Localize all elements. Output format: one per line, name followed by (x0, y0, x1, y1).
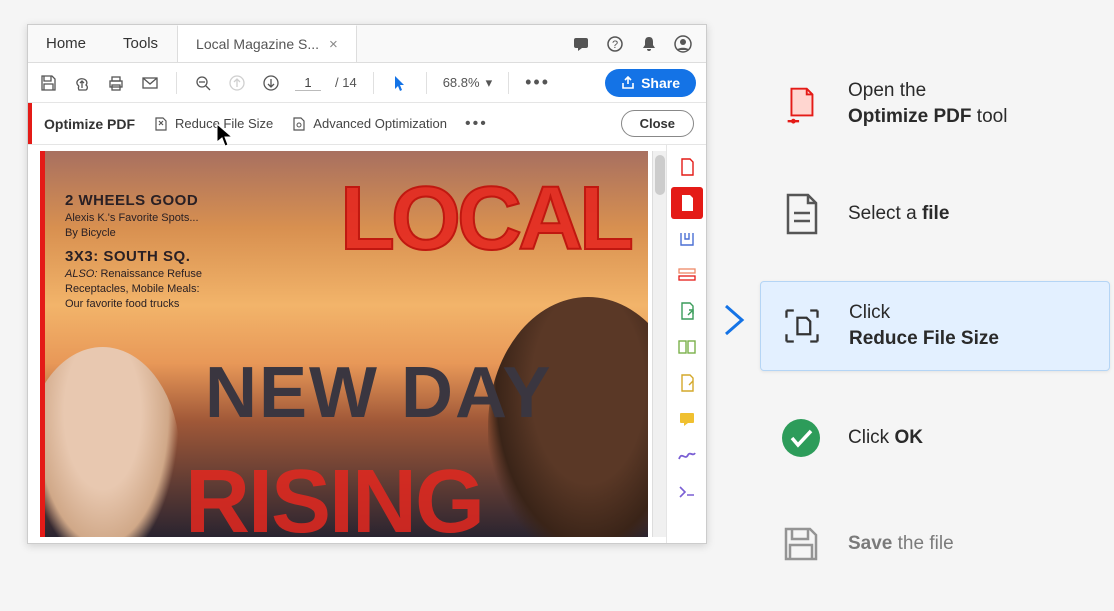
magazine-contents: 2 WHEELS GOOD Alexis K.'s Favorite Spots… (65, 191, 240, 312)
step-click-ok: Click OK (760, 399, 1110, 477)
instruction-steps: Open theOptimize PDF tool Select a file … (760, 60, 1110, 611)
close-optimize-button[interactable]: Close (621, 110, 694, 137)
headline-new-day: NEW DAY (205, 361, 552, 426)
zoom-out-icon[interactable] (193, 73, 213, 93)
tool-edit-pdf-icon[interactable] (671, 259, 703, 291)
optimize-title: Optimize PDF (44, 116, 135, 132)
pdf-page[interactable]: LOCAL NEW DAY RISING 2 WHEELS GOOD Alexi… (40, 151, 648, 537)
help-icon[interactable]: ? (606, 35, 624, 53)
more-tools-icon[interactable]: ••• (525, 72, 550, 93)
save-icon[interactable] (38, 73, 58, 93)
top-tab-bar: Home Tools Local Magazine S... × ? (28, 25, 706, 63)
share-icon (621, 76, 635, 90)
tool-export-pdf-icon[interactable] (671, 223, 703, 255)
step-select-file: Select a file (760, 175, 1110, 253)
chevron-down-icon: ▾ (486, 75, 493, 91)
chat-icon[interactable] (572, 35, 590, 53)
tool-send-comments-icon[interactable] (671, 367, 703, 399)
step-indicator-chevron-icon (722, 302, 748, 338)
print-icon[interactable] (106, 73, 126, 93)
advanced-optimization-button[interactable]: Advanced Optimization (291, 116, 447, 132)
photo-person-left (40, 347, 180, 537)
upload-icon[interactable] (72, 73, 92, 93)
close-tab-icon[interactable]: × (329, 36, 338, 53)
magazine-title: LOCAL (340, 181, 630, 258)
checkmark-step-icon (780, 417, 822, 459)
reduce-size-step-icon (781, 305, 823, 347)
zoom-dropdown[interactable]: 68.8%▾ (443, 75, 492, 91)
reduce-file-size-button[interactable]: Reduce File Size (153, 116, 273, 132)
main-toolbar: / 14 68.8%▾ ••• Share (28, 63, 706, 103)
advanced-file-icon (291, 116, 307, 132)
page-total-label: / 14 (335, 75, 357, 90)
tab-document[interactable]: Local Magazine S... × (177, 25, 357, 62)
tab-tools[interactable]: Tools (105, 25, 177, 62)
file-step-icon (780, 193, 822, 235)
document-viewport: LOCAL NEW DAY RISING 2 WHEELS GOOD Alexi… (28, 145, 706, 543)
bell-icon[interactable] (640, 35, 658, 53)
tool-fill-sign-icon[interactable] (671, 439, 703, 471)
optimize-pdf-step-icon (780, 83, 822, 125)
tool-comment-icon[interactable] (671, 403, 703, 435)
headline-rising: RISING (185, 451, 483, 537)
acrobat-window: Home Tools Local Magazine S... × ? / 14 … (27, 24, 707, 544)
right-tool-panel (666, 145, 706, 543)
tool-more-icon[interactable] (671, 475, 703, 507)
account-icon[interactable] (674, 35, 692, 53)
step-reduce-file-size: ClickReduce File Size (760, 281, 1110, 370)
tab-document-label: Local Magazine S... (196, 36, 319, 52)
selection-pointer-icon[interactable] (390, 73, 410, 93)
tool-create-pdf-icon[interactable] (671, 151, 703, 183)
email-icon[interactable] (140, 73, 160, 93)
tab-home[interactable]: Home (28, 25, 105, 62)
step-open-optimize: Open theOptimize PDF tool (760, 60, 1110, 147)
vertical-scrollbar[interactable] (652, 151, 666, 537)
optimize-toolbar: Optimize PDF Reduce File Size Advanced O… (28, 103, 706, 145)
next-page-icon[interactable] (261, 73, 281, 93)
tool-share-file-icon[interactable] (671, 295, 703, 327)
share-button[interactable]: Share (605, 69, 696, 97)
svg-text:?: ? (612, 39, 618, 51)
reduce-file-icon (153, 116, 169, 132)
tool-optimize-pdf-icon[interactable] (671, 187, 703, 219)
more-optimize-icon[interactable]: ••• (465, 115, 488, 133)
prev-page-icon[interactable] (227, 73, 247, 93)
page-number-input[interactable] (295, 75, 321, 91)
tool-organize-icon[interactable] (671, 331, 703, 363)
